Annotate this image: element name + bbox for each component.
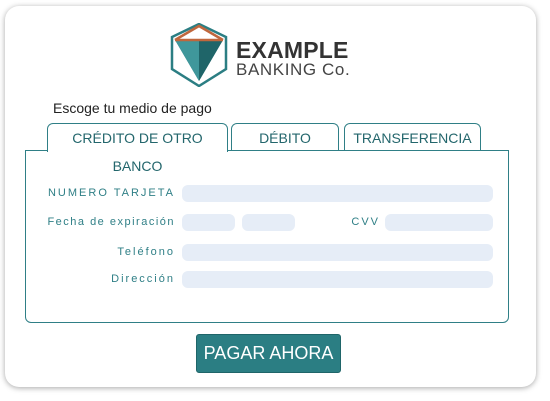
card-number-input[interactable] <box>182 185 493 202</box>
pay-now-button[interactable]: PAGAR AHORA <box>196 334 341 373</box>
payment-method-prompt: Escoge tu medio de pago <box>53 100 212 116</box>
logo-mark-icon <box>170 23 228 87</box>
phone-input[interactable] <box>182 244 493 261</box>
expiry-label: Fecha de expiración <box>47 216 175 228</box>
tab-credito-otro-banco[interactable]: CRÉDITO DE OTRO BANCO <box>47 123 228 174</box>
expiry-month-input[interactable] <box>182 214 235 231</box>
brand-logo: EXAMPLE BANKING Co. <box>170 23 360 89</box>
card-number-label: NUMERO TARJETA <box>47 187 175 199</box>
address-input[interactable] <box>182 271 493 288</box>
tab-debito[interactable]: DÉBITO <box>231 123 339 151</box>
brand-subtitle: BANKING Co. <box>236 60 351 79</box>
address-label: Dirección <box>111 273 175 285</box>
phone-label: Teléfono <box>117 246 175 258</box>
tab-transferencia[interactable]: TRANSFERENCIA <box>344 123 481 151</box>
expiry-year-input[interactable] <box>242 214 295 231</box>
cvv-label: CVV <box>351 216 380 228</box>
cvv-input[interactable] <box>385 214 493 231</box>
payment-form-panel <box>25 150 509 323</box>
